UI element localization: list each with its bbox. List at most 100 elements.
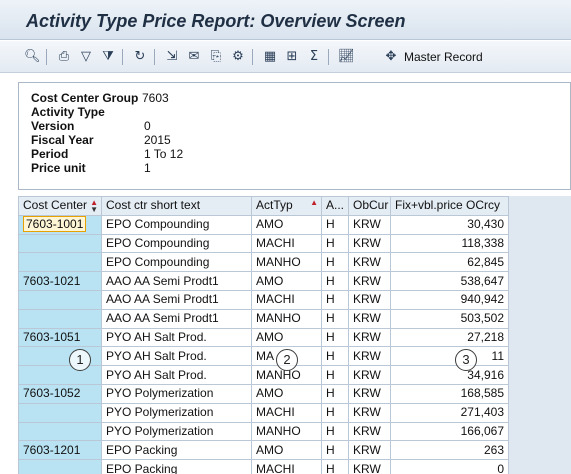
- cell-acttyp[interactable]: AMO: [251, 383, 322, 404]
- cell-cost-ctr-short-text[interactable]: PYO Polymerization: [101, 421, 252, 442]
- search-icon[interactable]: 🔍︎: [24, 49, 41, 65]
- cell-acttyp[interactable]: AMO: [251, 327, 322, 348]
- cell-cost-ctr-short-text[interactable]: EPO Packing: [101, 440, 252, 461]
- cell-cost-center[interactable]: 7603-1201: [18, 440, 102, 461]
- filter-icon[interactable]: ▽: [78, 49, 94, 65]
- mail-icon[interactable]: ✉: [186, 49, 202, 65]
- cell-cost-ctr-short-text[interactable]: AAO AA Semi Prodt1: [101, 271, 252, 291]
- cell-obcur[interactable]: KRW: [348, 271, 391, 291]
- cell-acttyp[interactable]: MACHI: [251, 459, 322, 474]
- cell-a[interactable]: H: [321, 346, 349, 367]
- table-row[interactable]: PYO AH Salt Prod. MA H KRW 11: [18, 346, 509, 367]
- cell-acttyp[interactable]: MANHO: [251, 252, 322, 273]
- cell-cost-ctr-short-text[interactable]: EPO Packing: [101, 459, 252, 474]
- cell-a[interactable]: H: [321, 308, 349, 329]
- cell-obcur[interactable]: KRW: [348, 402, 391, 423]
- cell-cost-ctr-short-text[interactable]: PYO AH Salt Prod.: [101, 327, 252, 348]
- cell-cost-center[interactable]: [18, 402, 102, 423]
- cell-cost-center[interactable]: [18, 365, 102, 385]
- graphic-icon[interactable]: 📈︎: [338, 49, 355, 65]
- column-header-obcur[interactable]: ObCur: [348, 196, 391, 216]
- cell-price[interactable]: 11: [390, 346, 509, 367]
- export-icon[interactable]: ⇲: [164, 49, 180, 65]
- cell-acttyp[interactable]: MACHI: [251, 289, 322, 310]
- filter-delete-icon[interactable]: ⧩: [100, 49, 116, 65]
- cell-price[interactable]: 503,502: [390, 308, 509, 329]
- cell-cost-center[interactable]: 7603-1001: [18, 214, 102, 235]
- table-row[interactable]: EPO Packing MACHI H KRW 0: [18, 459, 509, 474]
- cell-acttyp[interactable]: MACHI: [251, 402, 322, 423]
- cell-price[interactable]: 34,916: [390, 365, 509, 385]
- cell-obcur[interactable]: KRW: [348, 289, 391, 310]
- master-record-icon[interactable]: ✥: [383, 49, 399, 65]
- column-header-acttyp[interactable]: ActTyp ▲: [251, 196, 322, 216]
- cell-cost-ctr-short-text[interactable]: EPO Compounding: [101, 233, 252, 254]
- cell-cost-center[interactable]: [18, 252, 102, 273]
- cell-price[interactable]: 538,647: [390, 271, 509, 291]
- cell-cost-ctr-short-text[interactable]: PYO Polymerization: [101, 402, 252, 423]
- cell-cost-ctr-short-text[interactable]: EPO Compounding: [101, 214, 252, 235]
- cell-cost-ctr-short-text[interactable]: PYO AH Salt Prod.: [101, 365, 252, 385]
- cell-a[interactable]: H: [321, 271, 349, 291]
- cell-acttyp[interactable]: AMO: [251, 271, 322, 291]
- table-row[interactable]: 7603-1021 AAO AA Semi Prodt1 AMO H KRW 538,64…: [18, 271, 509, 291]
- table-row[interactable]: PYO Polymerization MANHO H KRW 166,067: [18, 421, 509, 442]
- cell-a[interactable]: H: [321, 214, 349, 235]
- cell-acttyp[interactable]: AMO: [251, 440, 322, 461]
- cell-obcur[interactable]: KRW: [348, 421, 391, 442]
- cell-price[interactable]: 27,218: [390, 327, 509, 348]
- settings-icon[interactable]: ⚙: [230, 49, 246, 65]
- sum-icon[interactable]: Σ: [306, 49, 322, 65]
- cell-obcur[interactable]: KRW: [348, 459, 391, 474]
- cell-cost-center[interactable]: 7603-1021: [18, 271, 102, 291]
- table-row[interactable]: AAO AA Semi Prodt1 MACHI H KRW 940,942: [18, 289, 509, 310]
- cell-price[interactable]: 0: [390, 459, 509, 474]
- cell-price[interactable]: 168,585: [390, 383, 509, 404]
- table-row[interactable]: EPO Compounding MACHI H KRW 118,338: [18, 233, 509, 254]
- cell-price[interactable]: 940,942: [390, 289, 509, 310]
- table-row[interactable]: 7603-1052 PYO Polymerization AMO H KRW 168,58…: [18, 383, 509, 404]
- cell-a[interactable]: H: [321, 365, 349, 385]
- cell-a[interactable]: H: [321, 327, 349, 348]
- column-header-cost-ctr-short-text[interactable]: Cost ctr short text: [101, 196, 252, 216]
- cell-a[interactable]: H: [321, 402, 349, 423]
- cell-a[interactable]: H: [321, 252, 349, 273]
- cell-cost-ctr-short-text[interactable]: PYO AH Salt Prod.: [101, 346, 252, 367]
- cell-cost-ctr-short-text[interactable]: EPO Compounding: [101, 252, 252, 273]
- column-header-cost-center[interactable]: Cost Center ▲ ▼: [18, 196, 102, 216]
- cell-obcur[interactable]: KRW: [348, 383, 391, 404]
- refresh-icon[interactable]: ↻: [132, 49, 148, 65]
- cell-acttyp[interactable]: MANHO: [251, 421, 322, 442]
- master-record-button[interactable]: Master Record: [404, 50, 483, 64]
- cell-acttyp[interactable]: MANHO: [251, 308, 322, 329]
- table-row[interactable]: PYO Polymerization MACHI H KRW 271,403: [18, 402, 509, 423]
- cell-obcur[interactable]: KRW: [348, 327, 391, 348]
- cell-obcur[interactable]: KRW: [348, 440, 391, 461]
- cell-cost-center[interactable]: 7603-1051: [18, 327, 102, 348]
- column-header-a[interactable]: A...: [321, 196, 349, 216]
- cell-acttyp[interactable]: AMO: [251, 214, 322, 235]
- cell-a[interactable]: H: [321, 421, 349, 442]
- cell-price[interactable]: 118,338: [390, 233, 509, 254]
- copy-icon[interactable]: ⎘: [208, 49, 224, 65]
- cell-obcur[interactable]: KRW: [348, 308, 391, 329]
- cell-cost-center[interactable]: [18, 308, 102, 329]
- cell-cost-ctr-short-text[interactable]: PYO Polymerization: [101, 383, 252, 404]
- cell-obcur[interactable]: KRW: [348, 214, 391, 235]
- print-icon[interactable]: ⎙: [56, 49, 72, 65]
- cell-price[interactable]: 263: [390, 440, 509, 461]
- cell-obcur[interactable]: KRW: [348, 365, 391, 385]
- cell-cost-center[interactable]: [18, 233, 102, 254]
- insert-icon[interactable]: ⊞: [284, 49, 300, 65]
- cell-obcur[interactable]: KRW: [348, 346, 391, 367]
- column-header-price[interactable]: Fix+vbl.price OCrcy: [390, 196, 509, 216]
- cell-price[interactable]: 62,845: [390, 252, 509, 273]
- cell-a[interactable]: H: [321, 289, 349, 310]
- cell-acttyp[interactable]: MACHI: [251, 233, 322, 254]
- cell-a[interactable]: H: [321, 440, 349, 461]
- table-row[interactable]: 7603-1001 EPO Compounding AMO H KRW 30,430: [18, 214, 509, 235]
- table-row[interactable]: 7603-1201 EPO Packing AMO H KRW 263: [18, 440, 509, 461]
- cell-cost-center[interactable]: 7603-1052: [18, 383, 102, 404]
- table-row[interactable]: PYO AH Salt Prod. MANHO H KRW 34,916: [18, 365, 509, 385]
- table-row[interactable]: 7603-1051 PYO AH Salt Prod. AMO H KRW 27,218: [18, 327, 509, 348]
